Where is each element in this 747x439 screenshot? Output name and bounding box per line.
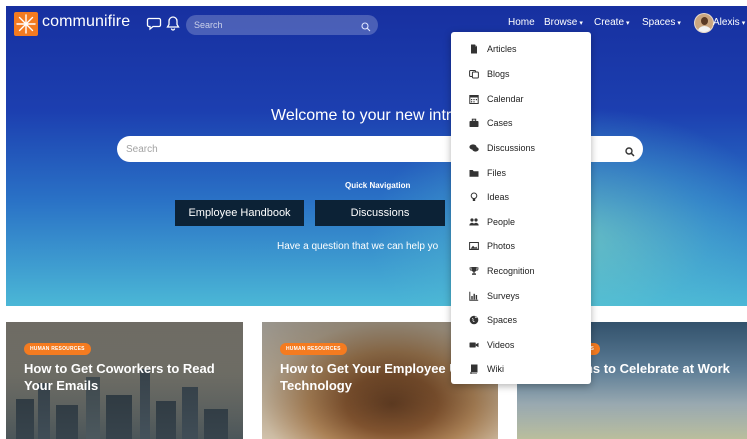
- nav-spaces-label: Spaces: [642, 17, 676, 28]
- brand-name[interactable]: communifire: [42, 13, 130, 31]
- image-icon: [469, 241, 479, 251]
- people-icon: [469, 217, 479, 227]
- category-badge[interactable]: HUMAN RESOURCES: [280, 343, 347, 355]
- calendar-icon: [469, 94, 479, 104]
- quick-navigation-label: Quick Navigation: [345, 181, 411, 190]
- welcome-heading: Welcome to your new intr: [271, 107, 452, 124]
- lightbulb-icon: [469, 192, 479, 202]
- browse-item-articles[interactable]: Articles: [451, 39, 591, 59]
- briefcase-icon: [469, 118, 479, 128]
- bell-icon[interactable]: [165, 15, 181, 31]
- browse-item-surveys[interactable]: Surveys: [451, 286, 591, 306]
- chevron-down-icon: ▾: [579, 20, 583, 27]
- nav-create-menu[interactable]: Create ▾: [594, 17, 630, 28]
- browse-item-recognition[interactable]: Recognition: [451, 261, 591, 281]
- chat-icon[interactable]: [146, 15, 162, 31]
- browse-item-people[interactable]: People: [451, 212, 591, 232]
- browse-item-videos[interactable]: Videos: [451, 335, 591, 355]
- blogs-icon: [469, 69, 479, 79]
- hero-search-input[interactable]: [126, 141, 426, 157]
- nav-create-label: Create: [594, 17, 625, 28]
- chat-bubbles-icon: [469, 143, 479, 153]
- user-avatar[interactable]: [694, 13, 714, 33]
- document-icon: [469, 44, 479, 54]
- search-icon[interactable]: [361, 19, 371, 32]
- video-camera-icon: [469, 340, 479, 350]
- book-icon: [469, 364, 479, 374]
- nav-home-link[interactable]: Home: [508, 17, 535, 28]
- browse-item-photos[interactable]: Photos: [451, 236, 591, 256]
- employee-handbook-button[interactable]: Employee Handbook: [175, 200, 304, 226]
- browse-item-ideas[interactable]: Ideas: [451, 187, 591, 207]
- globe-icon: [469, 315, 479, 325]
- discussions-button[interactable]: Discussions: [315, 200, 445, 226]
- browse-item-blogs[interactable]: Blogs: [451, 64, 591, 84]
- browse-item-cases[interactable]: Cases: [451, 113, 591, 133]
- help-question-text: Have a question that we can help yo: [277, 241, 439, 252]
- folder-icon: [469, 168, 479, 178]
- article-card[interactable]: HUMAN RESOURCES How to Get Coworkers to …: [6, 322, 243, 439]
- nav-browse-menu[interactable]: Browse ▾: [544, 17, 583, 28]
- chevron-down-icon: ▾: [626, 20, 630, 27]
- category-badge[interactable]: HUMAN RESOURCES: [24, 343, 91, 355]
- communifire-logo-icon[interactable]: [14, 12, 38, 36]
- top-search-input[interactable]: [186, 15, 378, 35]
- browse-dropdown-menu: Articles Blogs Calendar Cases Discussion…: [451, 32, 591, 384]
- browse-item-files[interactable]: Files: [451, 163, 591, 183]
- top-navbar: communifire Home Browse▾ Create▾ Spaces▾…: [6, 6, 747, 42]
- search-icon[interactable]: [625, 144, 635, 157]
- browse-item-calendar[interactable]: Calendar: [451, 89, 591, 109]
- browse-item-discussions[interactable]: Discussions: [451, 138, 591, 158]
- card-title[interactable]: How to Get Coworkers to Read Your Emails: [24, 360, 243, 394]
- bar-chart-icon: [469, 291, 479, 301]
- chevron-down-icon: ▾: [677, 20, 681, 27]
- browse-item-wiki[interactable]: Wiki: [451, 359, 591, 379]
- trophy-icon: [469, 266, 479, 276]
- nav-browse-label: Browse: [544, 17, 578, 28]
- card-title[interactable]: ons to Celebrate at Work: [577, 360, 745, 377]
- nav-user-menu[interactable]: Alexis ▾: [713, 17, 745, 28]
- chevron-down-icon: ▾: [741, 20, 746, 27]
- user-name: Alexis: [713, 17, 740, 28]
- nav-spaces-menu[interactable]: Spaces ▾: [642, 17, 681, 28]
- browse-item-spaces[interactable]: Spaces: [451, 310, 591, 330]
